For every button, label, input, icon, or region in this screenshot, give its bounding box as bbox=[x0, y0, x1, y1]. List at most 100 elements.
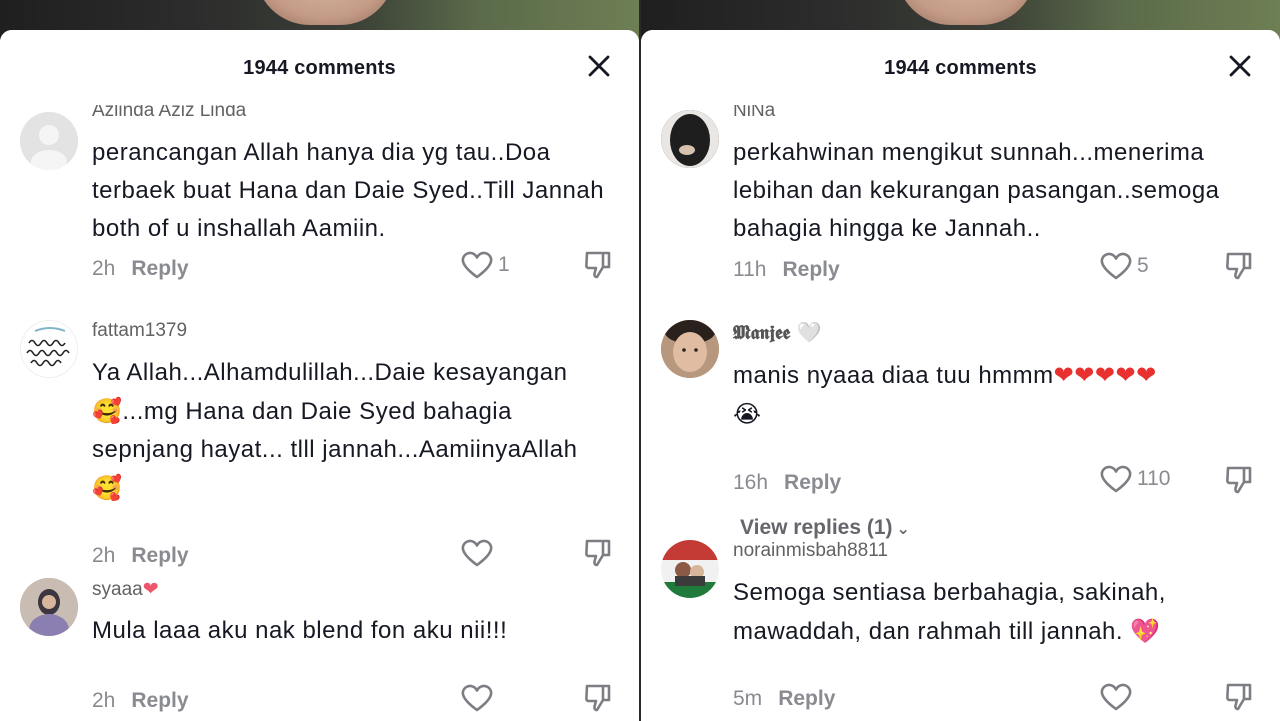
sheet-header: 1944 comments bbox=[0, 30, 639, 105]
comment-username[interactable]: 𝕸𝖆𝖓𝖏𝖊𝖊 🤍 bbox=[733, 320, 822, 344]
comment-username[interactable]: syaaa❤ bbox=[92, 578, 159, 601]
comment-time: 5m bbox=[733, 687, 763, 710]
calligraphy-avatar-icon bbox=[21, 321, 77, 377]
sheet-header: 1944 comments bbox=[641, 30, 1280, 105]
comment-text: perkahwinan mengikut sunnah...menerima l… bbox=[733, 139, 1220, 242]
avatar[interactable] bbox=[20, 112, 78, 170]
thumbs-down-icon bbox=[1226, 683, 1252, 711]
thumbs-down-icon bbox=[585, 684, 611, 712]
heart-outline-icon bbox=[461, 539, 493, 567]
view-replies-button[interactable]: View replies (1) ⌄ bbox=[740, 516, 910, 540]
reply-button[interactable]: Reply bbox=[782, 258, 839, 281]
like-count: 110 bbox=[1137, 467, 1171, 490]
reply-button[interactable]: Reply bbox=[131, 544, 188, 567]
comments-count: 1944 comments bbox=[884, 57, 1037, 79]
dislike-button[interactable] bbox=[1223, 464, 1255, 496]
right-comments-panel: NiNa perkahwinan mengikut sunnah...mener… bbox=[641, 0, 1280, 721]
avatar[interactable] bbox=[661, 110, 719, 168]
chevron-down-icon: ⌄ bbox=[896, 521, 910, 538]
comment-meta: 2h Reply bbox=[92, 257, 189, 281]
heart-emoji: ❤ bbox=[142, 578, 159, 600]
comment-meta: 2h Reply bbox=[92, 689, 189, 713]
comment-text: perancangan Allah hanya dia yg tau..Doa … bbox=[92, 139, 605, 242]
like-button[interactable]: 1 bbox=[460, 250, 510, 280]
smiling-hearts-emoji: 🥰 bbox=[92, 474, 123, 502]
reply-button[interactable]: Reply bbox=[778, 687, 835, 710]
like-button[interactable] bbox=[1099, 682, 1137, 712]
comment-text: Mula laaa aku nak blend fon aku nii!!! bbox=[92, 617, 508, 644]
dislike-button[interactable] bbox=[582, 537, 614, 569]
thumbs-down-icon bbox=[1226, 252, 1252, 280]
video-face-image bbox=[255, 0, 395, 25]
avatar[interactable] bbox=[20, 320, 78, 378]
comment-text: Ya Allah...Alhamdulillah...Daie kesayang… bbox=[92, 354, 612, 508]
dislike-button[interactable] bbox=[1223, 250, 1255, 282]
comment-meta: 16h Reply bbox=[733, 471, 841, 495]
like-count: 1 bbox=[498, 253, 510, 276]
comment-text-line: manis nyaaa diaa tuu hmmm bbox=[733, 362, 1054, 389]
reply-button[interactable]: Reply bbox=[131, 257, 188, 280]
user-photo-avatar bbox=[20, 578, 78, 636]
thumbs-down-icon bbox=[585, 251, 611, 279]
avatar[interactable] bbox=[661, 540, 719, 598]
comment-text-line: ...mg Hana dan Daie Syed bahagia bbox=[122, 398, 512, 425]
smiling-hearts-emoji: 🥰 bbox=[92, 397, 123, 425]
comment-username[interactable]: norainmisbah8811 bbox=[733, 540, 888, 562]
heart-outline-icon bbox=[1100, 683, 1132, 711]
video-face-image bbox=[896, 0, 1036, 25]
comment-time: 11h bbox=[733, 258, 767, 281]
comment-text: manis nyaaa diaa tuu hmmm❤❤❤❤❤ 😭 bbox=[733, 356, 1253, 434]
dislike-button[interactable] bbox=[1223, 681, 1255, 713]
username-text: syaaa bbox=[92, 579, 143, 600]
dislike-button[interactable] bbox=[582, 682, 614, 714]
like-button[interactable] bbox=[460, 538, 498, 568]
dislike-button[interactable] bbox=[582, 249, 614, 281]
white-heart-emoji: 🤍 bbox=[796, 320, 822, 344]
username-text: 𝕸𝖆𝖓𝖏𝖊𝖊 bbox=[733, 322, 791, 344]
view-replies-label: View replies (1) bbox=[740, 516, 893, 539]
heart-outline-icon bbox=[1100, 465, 1132, 493]
red-hearts-emoji: ❤❤❤❤❤ bbox=[1053, 361, 1157, 389]
comment-text: Semoga sentiasa berbahagia, sakinah, maw… bbox=[733, 574, 1233, 651]
like-button[interactable]: 110 bbox=[1099, 464, 1170, 494]
close-icon bbox=[1229, 55, 1251, 77]
comment-meta: 11h Reply bbox=[733, 258, 840, 282]
comment-text-line: Semoga sentiasa berbahagia, sakinah, maw… bbox=[733, 579, 1166, 645]
sparkling-heart-emoji: 💖 bbox=[1130, 617, 1161, 645]
thumbs-down-icon bbox=[585, 539, 611, 567]
user-photo-avatar bbox=[661, 320, 719, 378]
comment-time: 16h bbox=[733, 471, 769, 494]
close-button[interactable] bbox=[1226, 52, 1254, 80]
comment-meta: 5m Reply bbox=[733, 687, 835, 711]
comments-list[interactable]: NiNa perkahwinan mengikut sunnah...mener… bbox=[641, 30, 1280, 721]
comment-text-line: Ya Allah...Alhamdulillah...Daie kesayang… bbox=[92, 359, 568, 386]
left-comments-panel: Azlinda Aziz Linda perancangan Allah han… bbox=[0, 0, 639, 721]
comment-meta: 2h Reply bbox=[92, 544, 189, 568]
like-count: 5 bbox=[1137, 254, 1149, 277]
comments-sheet: Azlinda Aziz Linda perancangan Allah han… bbox=[0, 30, 639, 721]
close-button[interactable] bbox=[585, 52, 613, 80]
user-photo-avatar bbox=[661, 540, 719, 598]
close-icon bbox=[588, 55, 610, 77]
avatar[interactable] bbox=[661, 320, 719, 378]
heart-outline-icon bbox=[461, 684, 493, 712]
like-button[interactable] bbox=[460, 683, 498, 713]
reply-button[interactable]: Reply bbox=[784, 471, 841, 494]
avatar[interactable] bbox=[20, 578, 78, 636]
user-photo-avatar bbox=[661, 110, 719, 168]
default-avatar-icon bbox=[20, 112, 78, 170]
thumbs-down-icon bbox=[1226, 466, 1252, 494]
comment-text-line: sepnjang hayat... tlll jannah...Aamiinya… bbox=[92, 436, 578, 463]
heart-outline-icon bbox=[1100, 252, 1132, 280]
comment-time: 2h bbox=[92, 257, 116, 280]
comments-count: 1944 comments bbox=[243, 57, 396, 79]
comment-time: 2h bbox=[92, 544, 116, 567]
crying-face-emoji: 😭 bbox=[733, 400, 762, 428]
comment-username[interactable]: fattam1379 bbox=[92, 320, 187, 342]
comment-time: 2h bbox=[92, 689, 116, 712]
like-button[interactable]: 5 bbox=[1099, 251, 1149, 281]
comments-sheet: NiNa perkahwinan mengikut sunnah...mener… bbox=[641, 30, 1280, 721]
heart-outline-icon bbox=[461, 251, 493, 279]
comments-list[interactable]: Azlinda Aziz Linda perancangan Allah han… bbox=[0, 30, 639, 721]
reply-button[interactable]: Reply bbox=[131, 689, 188, 712]
